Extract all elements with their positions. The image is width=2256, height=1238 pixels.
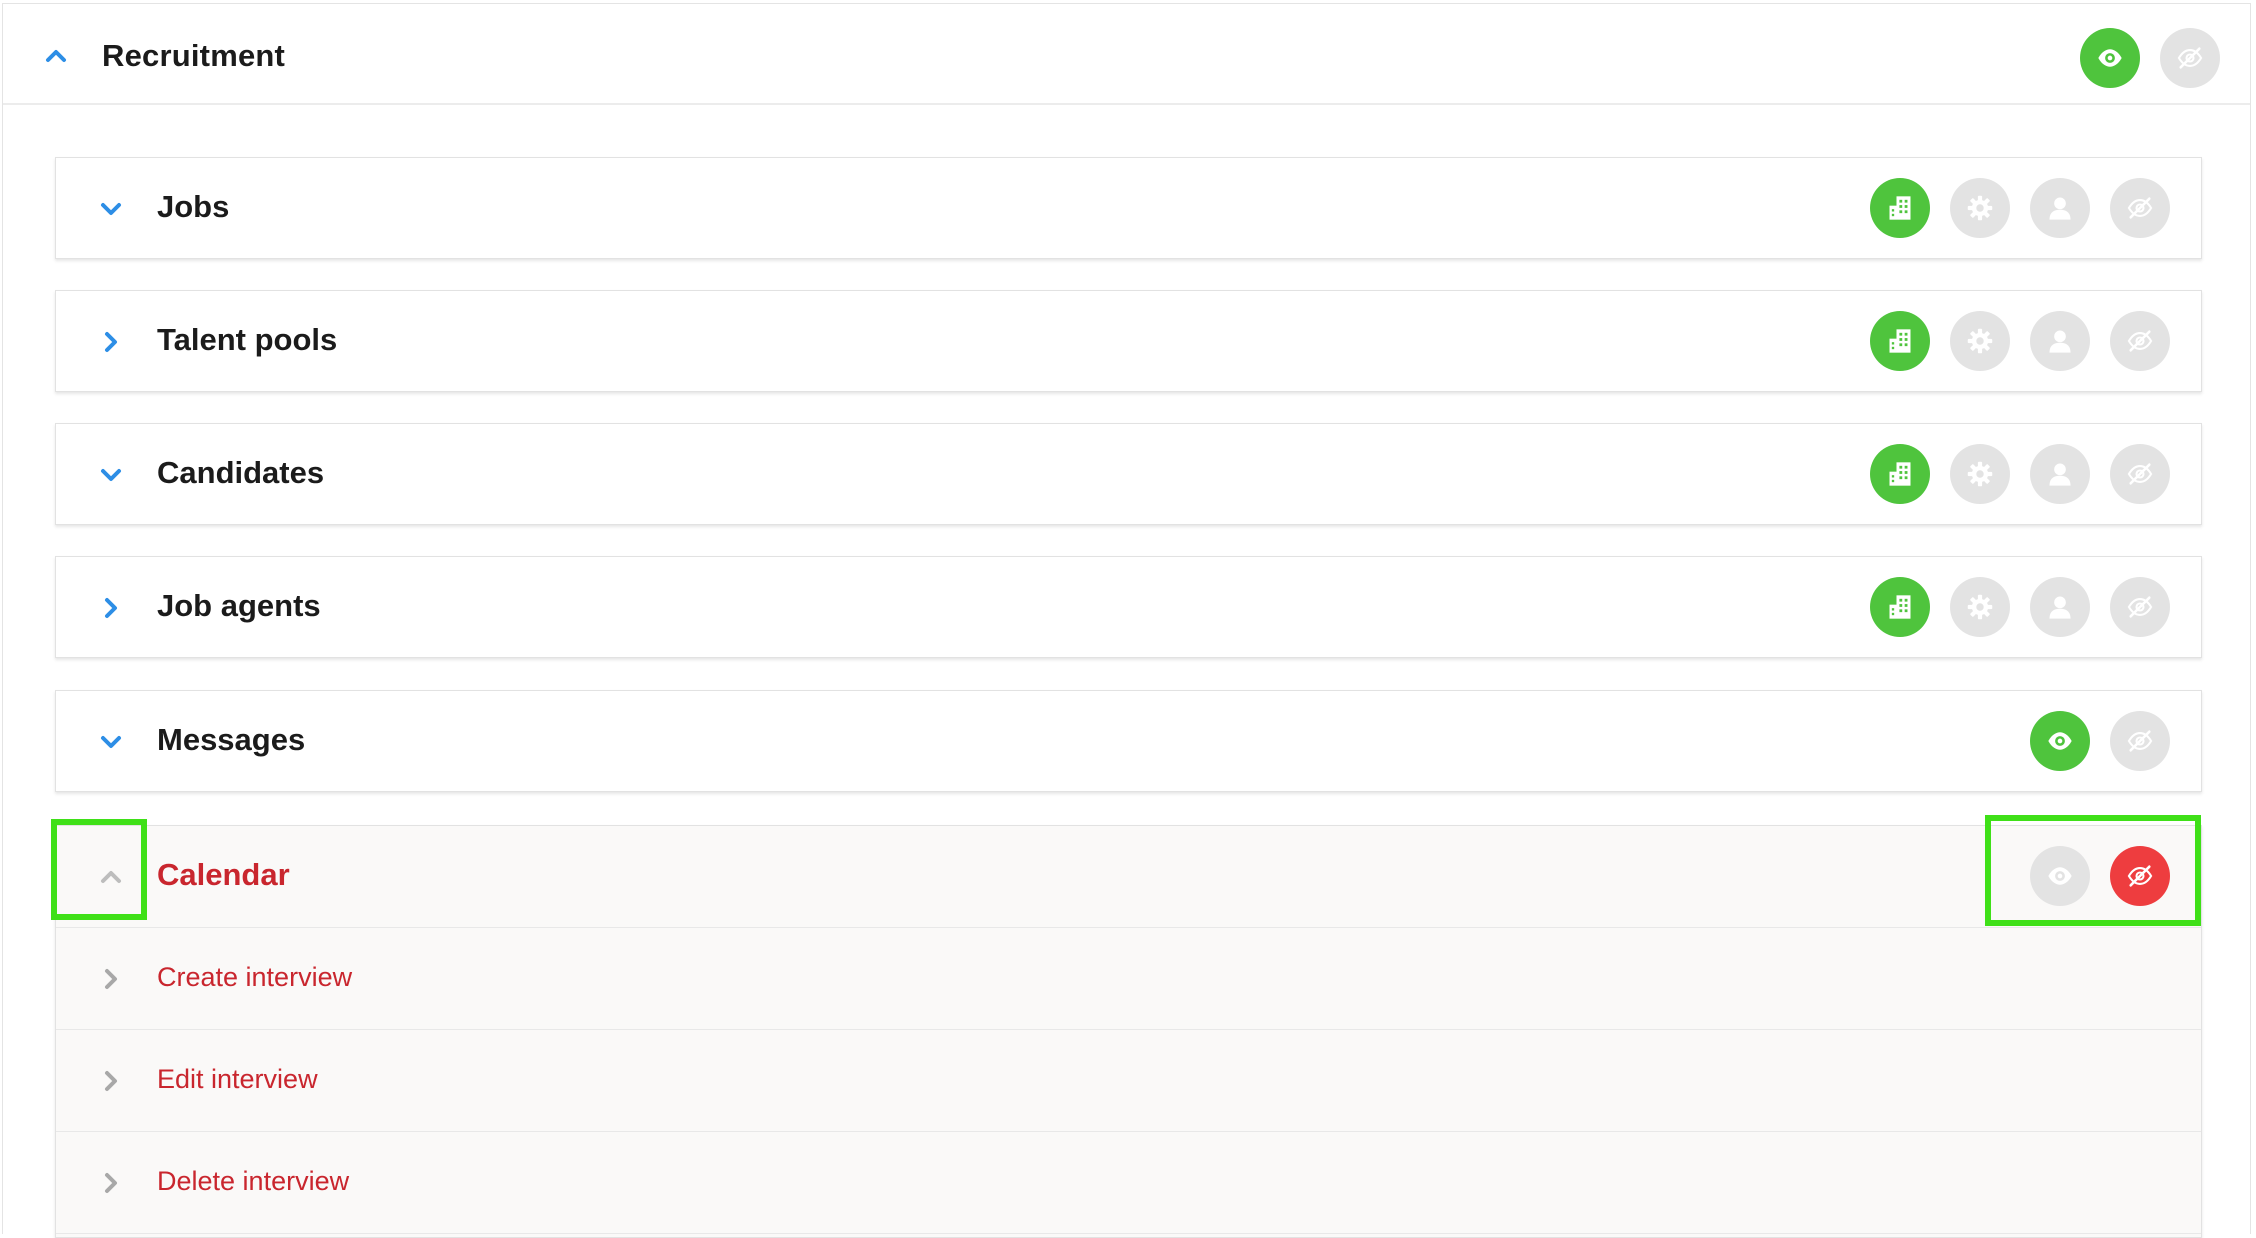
eye-slash-icon (2126, 460, 2154, 488)
gear-icon (1966, 327, 1994, 355)
hidden-toggle[interactable] (2160, 28, 2220, 88)
item-label: Edit interview (157, 1064, 318, 1094)
calendar-title: Calendar (157, 857, 290, 892)
visible-toggle[interactable] (2030, 711, 2090, 771)
section-messages: Messages (55, 690, 2202, 792)
chevron-right-icon[interactable] (95, 1167, 127, 1199)
eye-slash-icon (2126, 727, 2154, 755)
settings-permission-button[interactable] (1950, 311, 2010, 371)
own-permission-button[interactable] (2030, 444, 2090, 504)
chevron-down-icon[interactable] (95, 193, 127, 225)
chevron-right-icon[interactable] (95, 592, 127, 624)
chevron-up-icon[interactable] (40, 40, 72, 72)
gear-icon (1966, 194, 1994, 222)
settings-permission-button[interactable] (1950, 577, 2010, 637)
visible-toggle[interactable] (2080, 28, 2140, 88)
section-calendar: Calendar Create interview Edit interview… (55, 825, 2202, 1238)
building-icon (1886, 194, 1914, 222)
section-title: Jobs (157, 189, 230, 224)
hidden-permission-button[interactable] (2110, 577, 2170, 637)
eye-icon (2096, 44, 2124, 72)
user-icon (2046, 327, 2074, 355)
recruitment-panel: Recruitment Jobs Talent pools Candidates (2, 3, 2251, 1238)
eye-slash-icon (2126, 194, 2154, 222)
building-icon (1886, 593, 1914, 621)
chevron-down-icon[interactable] (95, 459, 127, 491)
settings-permission-button[interactable] (1950, 444, 2010, 504)
calendar-item-create-interview[interactable]: Create interview (56, 928, 2201, 1030)
hidden-toggle[interactable] (2110, 711, 2170, 771)
organization-permission-button[interactable] (1870, 577, 1930, 637)
section-title: Candidates (157, 455, 325, 490)
settings-permission-button[interactable] (1950, 178, 2010, 238)
section-talent-pools: Talent pools (55, 290, 2202, 392)
eye-slash-icon (2176, 44, 2204, 72)
calendar-item-delete-interview[interactable]: Delete interview (56, 1132, 2201, 1234)
building-icon (1886, 327, 1914, 355)
hidden-permission-button[interactable] (2110, 311, 2170, 371)
chevron-right-icon[interactable] (95, 1065, 127, 1097)
chevron-right-icon[interactable] (95, 326, 127, 358)
section-job-agents: Job agents (55, 556, 2202, 658)
calendar-item-edit-interview[interactable]: Edit interview (56, 1030, 2201, 1132)
chevron-down-icon[interactable] (95, 726, 127, 758)
item-label: Delete interview (157, 1166, 350, 1196)
organization-permission-button[interactable] (1870, 444, 1930, 504)
user-icon (2046, 194, 2074, 222)
section-title: Job agents (157, 588, 321, 623)
own-permission-button[interactable] (2030, 311, 2090, 371)
gear-icon (1966, 460, 1994, 488)
user-icon (2046, 593, 2074, 621)
eye-icon (2046, 727, 2074, 755)
chevron-right-icon[interactable] (95, 963, 127, 995)
highlight-toggle-box (1985, 815, 2201, 926)
own-permission-button[interactable] (2030, 577, 2090, 637)
recruitment-header: Recruitment (3, 4, 2250, 105)
organization-permission-button[interactable] (1870, 178, 1930, 238)
own-permission-button[interactable] (2030, 178, 2090, 238)
calendar-header: Calendar (56, 826, 2201, 928)
eye-slash-icon (2126, 593, 2154, 621)
hidden-permission-button[interactable] (2110, 444, 2170, 504)
user-icon (2046, 460, 2074, 488)
organization-permission-button[interactable] (1870, 311, 1930, 371)
section-title: Talent pools (157, 322, 338, 357)
section-candidates: Candidates (55, 423, 2202, 525)
eye-slash-icon (2126, 327, 2154, 355)
item-label: Create interview (157, 962, 353, 992)
hidden-permission-button[interactable] (2110, 178, 2170, 238)
section-title: Messages (157, 722, 306, 757)
building-icon (1886, 460, 1914, 488)
recruitment-title: Recruitment (102, 38, 286, 73)
highlight-chevron-box (51, 819, 147, 920)
section-jobs: Jobs (55, 157, 2202, 259)
gear-icon (1966, 593, 1994, 621)
